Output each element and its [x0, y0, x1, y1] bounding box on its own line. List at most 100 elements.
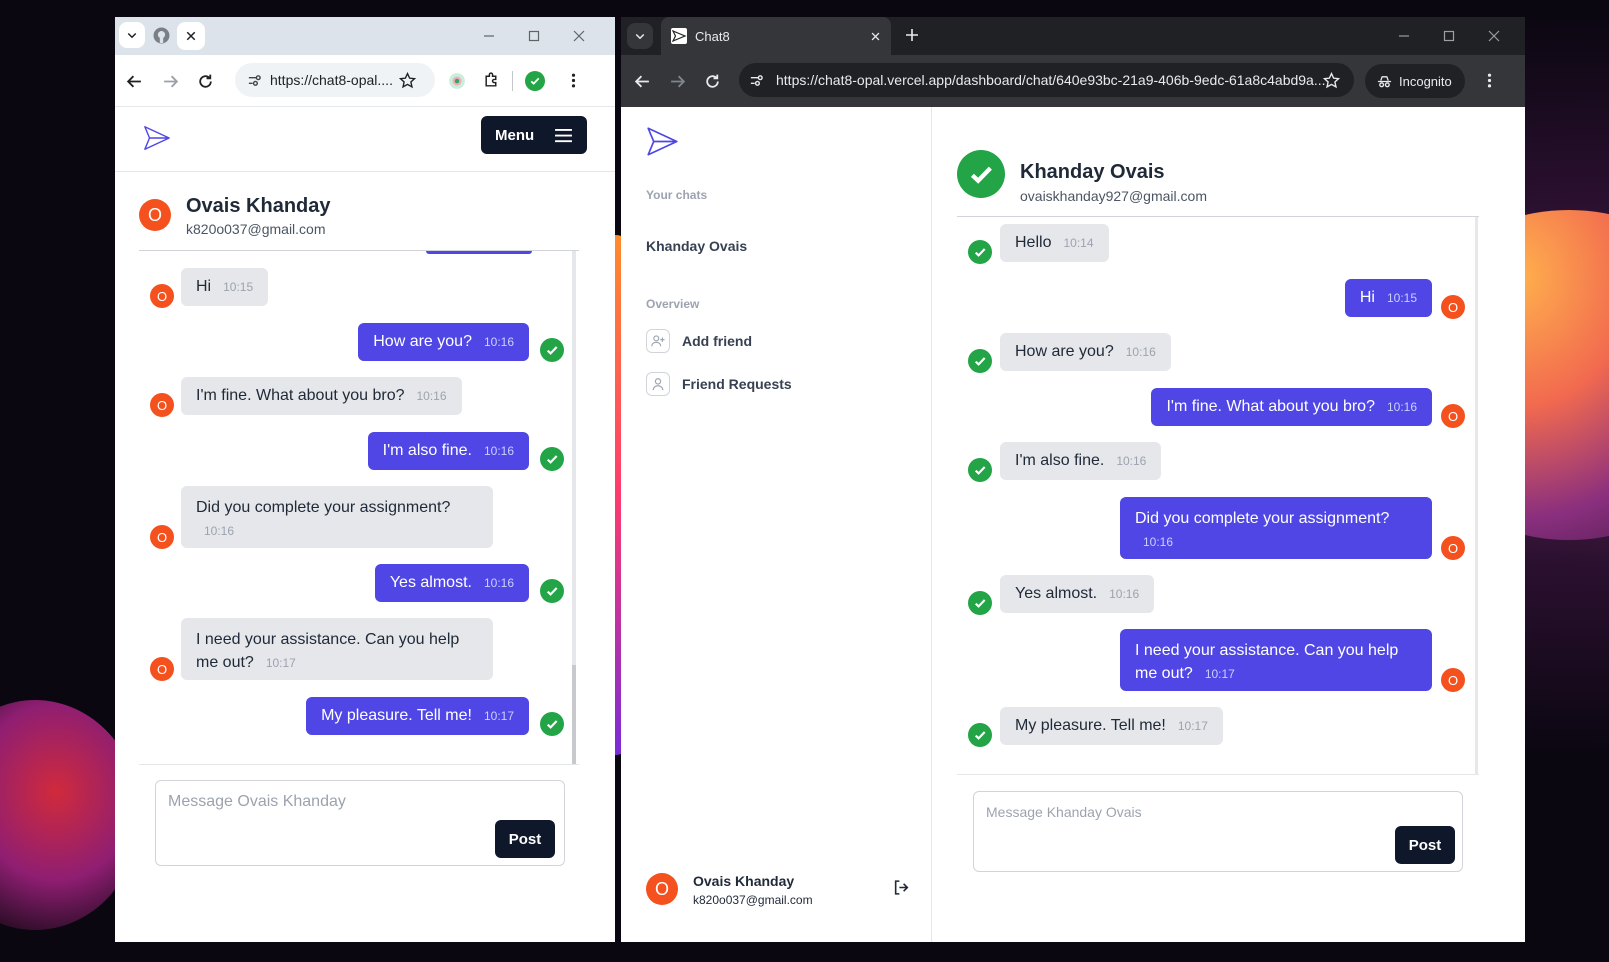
message-text: I'm also fine.: [382, 442, 472, 459]
message-time: 10:17: [1204, 667, 1235, 681]
app-favicon-icon: [671, 28, 687, 44]
scrollbar-thumb[interactable]: [572, 665, 576, 764]
sidebar: Your chats Khanday Ovais Overview Add fr…: [621, 107, 932, 942]
extensions-puzzle-icon[interactable]: [483, 72, 500, 94]
avatar-initial: O: [1447, 299, 1459, 315]
back-button[interactable]: [631, 70, 653, 92]
message-list: Hello 10:14 Hi 10:15 O How are you? 10:16 I…: [933, 217, 1525, 774]
user-email: k820o037@gmail.com: [693, 893, 813, 907]
header-divider: [115, 171, 615, 172]
contact-check-icon: [968, 349, 992, 373]
arrow-right-icon: [163, 75, 178, 87]
close-icon[interactable]: [870, 31, 881, 42]
message-text: I'm also fine.: [1015, 452, 1105, 469]
message-time: 10:16: [1386, 400, 1417, 414]
extension-icon[interactable]: [448, 72, 466, 95]
contact-email: ovaiskhanday927@gmail.com: [1020, 188, 1207, 204]
window-close-button[interactable]: [571, 28, 587, 44]
avatar-initial: O: [1447, 408, 1459, 424]
contact-check-icon: [968, 458, 992, 482]
new-tab-button[interactable]: [904, 27, 920, 48]
incognito-icon: [1377, 75, 1392, 87]
scrollbar[interactable]: [1475, 217, 1478, 774]
message-text: How are you?: [1015, 343, 1114, 360]
message-bubble-outgoing: I'm also fine. 10:16: [367, 432, 529, 470]
contact-name: Khanday Ovais: [1020, 161, 1165, 183]
message-bubble-incoming: I'm fine. What about you bro? 10:16: [181, 377, 462, 415]
message-avatar: O: [150, 393, 174, 417]
message-text: I need your assistance. Can you help me …: [196, 631, 460, 671]
profile-check-icon[interactable]: [525, 71, 545, 91]
minimize-button[interactable]: [481, 28, 497, 44]
sidebar-item-friend-requests[interactable]: Friend Requests: [646, 372, 792, 396]
contact-check-icon: [968, 591, 992, 615]
avatar-initial: O: [147, 204, 162, 225]
message-bubble-incoming: I'm also fine. 10:16: [1000, 442, 1162, 480]
message-time: 10:17: [1177, 719, 1208, 733]
address-bar[interactable]: https://chat8-opal.vercel.app/dashboard/…: [739, 63, 1354, 97]
window-close-button[interactable]: [1486, 28, 1502, 44]
forward-button[interactable]: [666, 70, 688, 92]
contact-avatar: O: [139, 199, 171, 231]
post-button[interactable]: Post: [495, 820, 555, 858]
browser-window-right: Chat8 https://chat8-opal.vercel.app/dash…: [621, 17, 1525, 942]
url-text: https://chat8-opal.vercel.app/dashboard/…: [776, 72, 1326, 88]
bookmark-star-icon[interactable]: [398, 71, 417, 94]
message-time: 10:14: [1063, 236, 1094, 250]
maximize-button[interactable]: [526, 28, 542, 44]
tab-title: Chat8: [695, 28, 730, 44]
incognito-label: Incognito: [1399, 73, 1452, 89]
message-avatar: O: [1441, 536, 1465, 560]
composer-divider: [957, 774, 1479, 775]
chat-pane: Khanday Ovais ovaiskhanday927@gmail.com …: [933, 107, 1525, 942]
composer-divider: [139, 764, 579, 765]
tab-chat8[interactable]: Chat8: [661, 17, 891, 55]
kebab-menu-icon[interactable]: [565, 72, 582, 94]
reload-button[interactable]: [194, 70, 216, 92]
maximize-icon: [1443, 30, 1455, 42]
github-icon[interactable]: [153, 27, 170, 49]
message-text: Yes almost.: [389, 574, 472, 591]
kebab-menu-icon[interactable]: [1481, 72, 1498, 94]
minimize-button[interactable]: [1396, 28, 1412, 44]
menu-button[interactable]: Menu: [481, 116, 587, 154]
avatar-initial: O: [156, 397, 168, 413]
sender-check-icon: [540, 579, 564, 603]
sign-out-icon[interactable]: [893, 879, 910, 901]
reload-button[interactable]: [701, 70, 723, 92]
contact-check-icon: [968, 723, 992, 747]
minimize-icon: [484, 35, 494, 37]
app-content: Menu O Ovais Khanday k820o037@gmail.com …: [115, 107, 615, 942]
user-plus-icon: [646, 329, 670, 353]
post-button[interactable]: Post: [1395, 826, 1455, 864]
message-avatar: O: [1441, 404, 1465, 428]
contact-email: k820o037@gmail.com: [186, 221, 326, 237]
browser-window-left: https://chat8-opal.... Menu O Ovais Khan…: [115, 17, 615, 942]
forward-button[interactable]: [159, 70, 181, 92]
reload-icon: [705, 74, 719, 88]
avatar-initial: O: [156, 661, 168, 677]
tab-search-button[interactable]: [119, 22, 145, 48]
back-button[interactable]: [123, 70, 145, 92]
incognito-badge[interactable]: Incognito: [1365, 64, 1465, 98]
divider: [512, 71, 513, 91]
arrow-right-icon: [670, 75, 685, 87]
message-text: Hello: [1015, 234, 1052, 251]
site-settings-icon: [750, 74, 763, 86]
bookmark-star-icon[interactable]: [1322, 71, 1341, 94]
message-avatar: O: [1441, 295, 1465, 319]
message-input[interactable]: Message Khanday Ovais: [973, 791, 1463, 872]
input-placeholder: Message Khanday Ovais: [986, 804, 1142, 820]
message-text: How are you?: [373, 333, 472, 350]
chevron-down-icon: [127, 32, 137, 39]
tab-search-button[interactable]: [627, 23, 653, 49]
message-time: 10:15: [1386, 291, 1417, 305]
app-logo-icon[interactable]: [646, 125, 679, 163]
tab-close-button[interactable]: [177, 22, 205, 50]
app-logo-icon[interactable]: [143, 124, 171, 157]
maximize-icon: [528, 30, 540, 42]
sidebar-item-add-friend[interactable]: Add friend: [646, 329, 752, 353]
chat-item[interactable]: Khanday Ovais: [646, 238, 747, 254]
maximize-button[interactable]: [1441, 28, 1457, 44]
message-bubble-incoming: Hello 10:14: [1000, 224, 1109, 262]
